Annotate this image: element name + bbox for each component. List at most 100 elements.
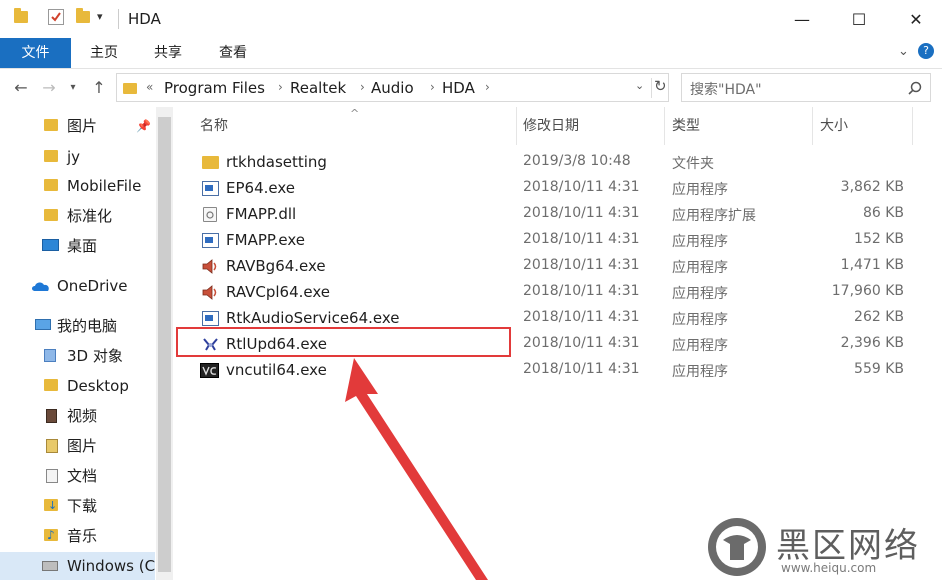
sidebar-item-windows-c[interactable]: Windows (C: [0, 552, 155, 580]
watermark-site: www.heiqu.com: [781, 561, 877, 575]
file-row[interactable]: RAVCpl64.exe 2018/10/11 4:31 应用程序 17,960…: [176, 280, 942, 306]
sidebar-item-standardization[interactable]: 标准化: [0, 202, 155, 230]
watermark: 黑区网络 www.heiqu.com: [706, 514, 942, 580]
navigation-pane: 图片 📌 jy MobileFile 标准化 桌面 OneDrive 我的电脑 …: [0, 107, 175, 580]
file-row[interactable]: rtkhdasetting 2019/3/8 10:48 文件夹: [176, 150, 942, 176]
address-row: ← → ▾ ↑ « Program Files › Realtek › Audi…: [0, 69, 942, 107]
dll-icon: [203, 207, 217, 222]
back-arrow-icon[interactable]: ←: [10, 77, 32, 99]
file-name: RAVCpl64.exe: [226, 283, 331, 301]
sidebar-item-desktop[interactable]: Desktop: [0, 372, 155, 400]
file-date: 2018/10/11 4:31: [523, 257, 640, 273]
new-folder-icon[interactable]: [76, 8, 90, 23]
customize-toolbar-icon[interactable]: ▾: [97, 10, 109, 23]
sidebar-item-music[interactable]: ♪ 音乐: [0, 522, 155, 550]
file-size: 262 KB: [854, 309, 904, 325]
3d-objects-icon: [44, 349, 56, 362]
file-row[interactable]: EP64.exe 2018/10/11 4:31 应用程序 3,862 KB: [176, 176, 942, 202]
sidebar-item-onedrive[interactable]: OneDrive: [0, 272, 155, 300]
file-type: 应用程序: [672, 260, 728, 276]
column-header-size[interactable]: 大小: [820, 115, 848, 135]
file-size: 86 KB: [862, 205, 904, 221]
chevron-right-icon[interactable]: ›: [278, 80, 283, 94]
sidebar-item-videos[interactable]: 视频: [0, 402, 155, 430]
computer-icon: [35, 319, 51, 330]
chevron-right-icon[interactable]: ›: [430, 80, 435, 94]
address-dropdown-icon[interactable]: ⌄: [635, 79, 644, 92]
sidebar-item-downloads[interactable]: ↓ 下载: [0, 492, 155, 520]
file-size: 2,396 KB: [840, 335, 904, 351]
maximize-button[interactable]: ☐: [834, 0, 884, 38]
file-name: RAVBg64.exe: [226, 257, 326, 275]
file-name: FMAPP.dll: [226, 205, 297, 223]
folder-icon: [14, 8, 28, 23]
tab-share[interactable]: 共享: [142, 38, 194, 68]
speaker-icon: [202, 259, 217, 274]
address-bar[interactable]: « Program Files › Realtek › Audio › HDA …: [116, 73, 669, 102]
sidebar-item-desktop-cn[interactable]: 桌面: [0, 232, 155, 260]
file-row[interactable]: FMAPP.dll 2018/10/11 4:31 应用程序扩展 86 KB: [176, 202, 942, 228]
column-header-date[interactable]: 修改日期: [523, 115, 579, 135]
file-row[interactable]: FMAPP.exe 2018/10/11 4:31 应用程序 152 KB: [176, 228, 942, 254]
search-input[interactable]: 搜索"HDA": [690, 79, 762, 99]
column-divider[interactable]: [912, 107, 913, 145]
sidebar-item-this-pc[interactable]: 我的电脑: [0, 312, 155, 340]
up-arrow-icon[interactable]: ↑: [88, 77, 110, 99]
chevron-right-icon[interactable]: ›: [360, 80, 365, 94]
sidebar-scrollbar[interactable]: [156, 107, 173, 580]
folder-icon: [44, 150, 58, 162]
file-type: 文件夹: [672, 156, 714, 172]
ribbon: 文件 主页 共享 查看 ⌄ ?: [0, 38, 942, 69]
video-icon: [46, 409, 57, 423]
refresh-icon[interactable]: ↻: [654, 77, 667, 95]
breadcrumb-realtek[interactable]: Realtek: [290, 79, 346, 97]
folder-icon: [123, 83, 137, 94]
file-date: 2018/10/11 4:31: [523, 309, 640, 325]
file-row[interactable]: vncutil64.exe 2018/10/11 4:31 应用程序 559 K…: [176, 358, 942, 384]
documents-icon: [46, 469, 58, 483]
breadcrumb-program-files[interactable]: Program Files: [164, 79, 265, 97]
sidebar-item-pictures-quick[interactable]: 图片 📌: [0, 112, 155, 140]
minimize-button[interactable]: —: [777, 0, 827, 38]
expand-ribbon-icon[interactable]: ⌄: [898, 44, 909, 59]
file-row[interactable]: RAVBg64.exe 2018/10/11 4:31 应用程序 1,471 K…: [176, 254, 942, 280]
file-type: 应用程序: [672, 338, 728, 354]
column-divider[interactable]: [516, 107, 517, 145]
drive-icon: [42, 561, 58, 571]
search-icon[interactable]: [908, 81, 922, 95]
sidebar-scrollbar-thumb[interactable]: [158, 117, 171, 572]
help-icon[interactable]: ?: [918, 43, 934, 59]
tab-view[interactable]: 查看: [207, 38, 259, 68]
file-date: 2018/10/11 4:31: [523, 231, 640, 247]
file-date: 2018/10/11 4:31: [523, 283, 640, 299]
folder-icon: [44, 379, 58, 391]
exe-icon: [202, 311, 219, 326]
sidebar-item-jy[interactable]: jy: [0, 143, 155, 171]
column-divider[interactable]: [664, 107, 665, 145]
file-size: 17,960 KB: [831, 283, 904, 299]
tab-home[interactable]: 主页: [78, 38, 130, 68]
properties-icon[interactable]: [48, 9, 64, 25]
forward-arrow-icon[interactable]: →: [38, 77, 60, 99]
file-date: 2018/10/11 4:31: [523, 335, 640, 351]
file-name: EP64.exe: [226, 179, 295, 197]
column-header-type[interactable]: 类型: [672, 115, 700, 135]
file-size: 559 KB: [854, 361, 904, 377]
column-divider[interactable]: [812, 107, 813, 145]
pin-icon[interactable]: 📌: [136, 112, 151, 140]
file-type: 应用程序: [672, 312, 728, 328]
tab-file[interactable]: 文件: [0, 38, 71, 68]
breadcrumb-audio[interactable]: Audio: [371, 79, 414, 97]
sidebar-item-documents[interactable]: 文档: [0, 462, 155, 490]
breadcrumb-overflow[interactable]: «: [146, 80, 153, 94]
column-header-name[interactable]: 名称: [200, 115, 228, 135]
breadcrumb-hda[interactable]: HDA: [442, 79, 475, 97]
search-box[interactable]: 搜索"HDA": [681, 73, 931, 102]
sidebar-item-pictures[interactable]: 图片: [0, 432, 155, 460]
recent-locations-icon[interactable]: ▾: [62, 77, 84, 99]
sidebar-item-mobilefile[interactable]: MobileFile: [0, 172, 155, 200]
close-button[interactable]: ✕: [891, 0, 941, 38]
file-date: 2018/10/11 4:31: [523, 361, 640, 377]
chevron-right-icon[interactable]: ›: [485, 80, 490, 94]
sidebar-item-3d-objects[interactable]: 3D 对象: [0, 342, 155, 370]
